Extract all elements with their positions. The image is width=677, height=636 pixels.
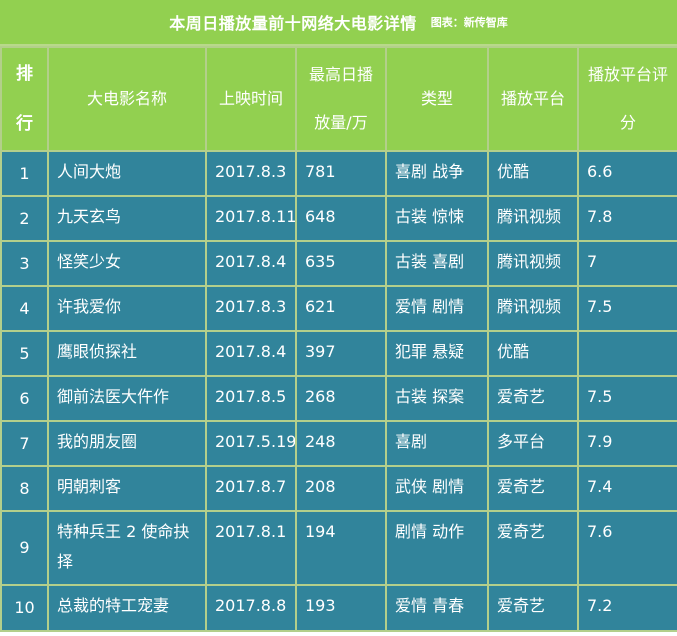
rank-cell: 4 (0, 285, 49, 332)
score-cell (577, 330, 677, 377)
views-cell: 193 (295, 584, 387, 632)
name-cell: 许我爱你 (47, 285, 207, 332)
rank-cell: 1 (0, 150, 49, 197)
views-cell: 268 (295, 375, 387, 422)
platform-cell: 优酷 (487, 150, 579, 197)
platform-cell: 优酷 (487, 330, 579, 377)
rank-cell: 5 (0, 330, 49, 377)
genre-cell: 剧情 动作 (385, 510, 489, 586)
table-row: 2 九天玄鸟 2017.8.11 648 古装 惊悚 腾讯视频 7.8 (0, 195, 677, 242)
date-cell: 2017.8.8 (205, 584, 297, 632)
title-bar: 本周日播放量前十网络大电影详情 图表：新传智库 (0, 0, 677, 46)
platform-cell: 爱奇艺 (487, 465, 579, 512)
genre-cell: 古装 探案 (385, 375, 489, 422)
rank-cell: 2 (0, 195, 49, 242)
column-header-platform: 播放平台 (487, 46, 579, 152)
name-cell: 我的朋友圈 (47, 420, 207, 467)
platform-cell: 爱奇艺 (487, 510, 579, 586)
date-cell: 2017.8.3 (205, 285, 297, 332)
ranking-table: 排行 大电影名称 上映时间 最高日播 放量/万 类型 播放平台 播放平台评分 1 … (0, 46, 677, 632)
rank-cell: 8 (0, 465, 49, 512)
name-cell: 明朝刺客 (47, 465, 207, 512)
table-row: 9 特种兵王 2 使命抉择 2017.8.1 194 剧情 动作 爱奇艺 7.6 (0, 510, 677, 586)
date-cell: 2017.8.4 (205, 240, 297, 287)
date-cell: 2017.8.5 (205, 375, 297, 422)
table-row: 5 鹰眼侦探社 2017.8.4 397 犯罪 悬疑 优酷 (0, 330, 677, 377)
genre-cell: 喜剧 (385, 420, 489, 467)
table-row: 7 我的朋友圈 2017.5.19 248 喜剧 多平台 7.9 (0, 420, 677, 467)
column-header-rank: 排行 (0, 46, 49, 152)
name-cell: 鹰眼侦探社 (47, 330, 207, 377)
views-cell: 635 (295, 240, 387, 287)
score-cell: 7.6 (577, 510, 677, 586)
genre-cell: 爱情 剧情 (385, 285, 489, 332)
column-header-genre: 类型 (385, 46, 489, 152)
views-cell: 397 (295, 330, 387, 377)
name-cell: 特种兵王 2 使命抉择 (47, 510, 207, 586)
views-cell: 248 (295, 420, 387, 467)
views-cell: 621 (295, 285, 387, 332)
genre-cell: 爱情 青春 (385, 584, 489, 632)
table-row: 8 明朝刺客 2017.8.7 208 武侠 剧情 爱奇艺 7.4 (0, 465, 677, 512)
table-row: 6 御前法医大仵作 2017.8.5 268 古装 探案 爱奇艺 7.5 (0, 375, 677, 422)
rank-cell: 6 (0, 375, 49, 422)
table-row: 4 许我爱你 2017.8.3 621 爱情 剧情 腾讯视频 7.5 (0, 285, 677, 332)
platform-cell: 爱奇艺 (487, 584, 579, 632)
genre-cell: 喜剧 战争 (385, 150, 489, 197)
platform-cell: 多平台 (487, 420, 579, 467)
score-cell: 7.2 (577, 584, 677, 632)
rank-cell: 3 (0, 240, 49, 287)
header-row: 排行 大电影名称 上映时间 最高日播 放量/万 类型 播放平台 播放平台评分 (0, 46, 677, 152)
genre-cell: 武侠 剧情 (385, 465, 489, 512)
views-cell: 194 (295, 510, 387, 586)
score-cell: 7.5 (577, 285, 677, 332)
column-header-views: 最高日播 放量/万 (295, 46, 387, 152)
date-cell: 2017.8.1 (205, 510, 297, 586)
column-header-date: 上映时间 (205, 46, 297, 152)
name-cell: 怪笑少女 (47, 240, 207, 287)
score-cell: 7.4 (577, 465, 677, 512)
name-cell: 九天玄鸟 (47, 195, 207, 242)
column-header-name: 大电影名称 (47, 46, 207, 152)
views-cell: 648 (295, 195, 387, 242)
platform-cell: 腾讯视频 (487, 195, 579, 242)
table-title: 本周日播放量前十网络大电影详情 (169, 14, 417, 33)
platform-cell: 腾讯视频 (487, 285, 579, 332)
table-row: 10 总裁的特工宠妻 2017.8.8 193 爱情 青春 爱奇艺 7.2 (0, 584, 677, 632)
table-row: 1 人间大炮 2017.8.3 781 喜剧 战争 优酷 6.6 (0, 150, 677, 197)
date-cell: 2017.8.4 (205, 330, 297, 377)
date-cell: 2017.8.11 (205, 195, 297, 242)
date-cell: 2017.8.7 (205, 465, 297, 512)
rank-cell: 7 (0, 420, 49, 467)
platform-cell: 爱奇艺 (487, 375, 579, 422)
rank-cell: 10 (0, 584, 49, 632)
score-cell: 7.5 (577, 375, 677, 422)
score-cell: 7.8 (577, 195, 677, 242)
genre-cell: 古装 惊悚 (385, 195, 489, 242)
score-cell: 6.6 (577, 150, 677, 197)
table-row: 3 怪笑少女 2017.8.4 635 古装 喜剧 腾讯视频 7 (0, 240, 677, 287)
rank-cell: 9 (0, 510, 49, 586)
views-cell: 781 (295, 150, 387, 197)
date-cell: 2017.8.3 (205, 150, 297, 197)
genre-cell: 古装 喜剧 (385, 240, 489, 287)
date-cell: 2017.5.19 (205, 420, 297, 467)
score-cell: 7 (577, 240, 677, 287)
platform-cell: 腾讯视频 (487, 240, 579, 287)
name-cell: 总裁的特工宠妻 (47, 584, 207, 632)
score-cell: 7.9 (577, 420, 677, 467)
column-header-score: 播放平台评分 (577, 46, 677, 152)
source-credit: 图表：新传智库 (430, 16, 508, 29)
name-cell: 御前法医大仵作 (47, 375, 207, 422)
views-cell: 208 (295, 465, 387, 512)
genre-cell: 犯罪 悬疑 (385, 330, 489, 377)
page: 本周日播放量前十网络大电影详情 图表：新传智库 排行 大电影名称 上映时间 最高… (0, 0, 677, 636)
name-cell: 人间大炮 (47, 150, 207, 197)
